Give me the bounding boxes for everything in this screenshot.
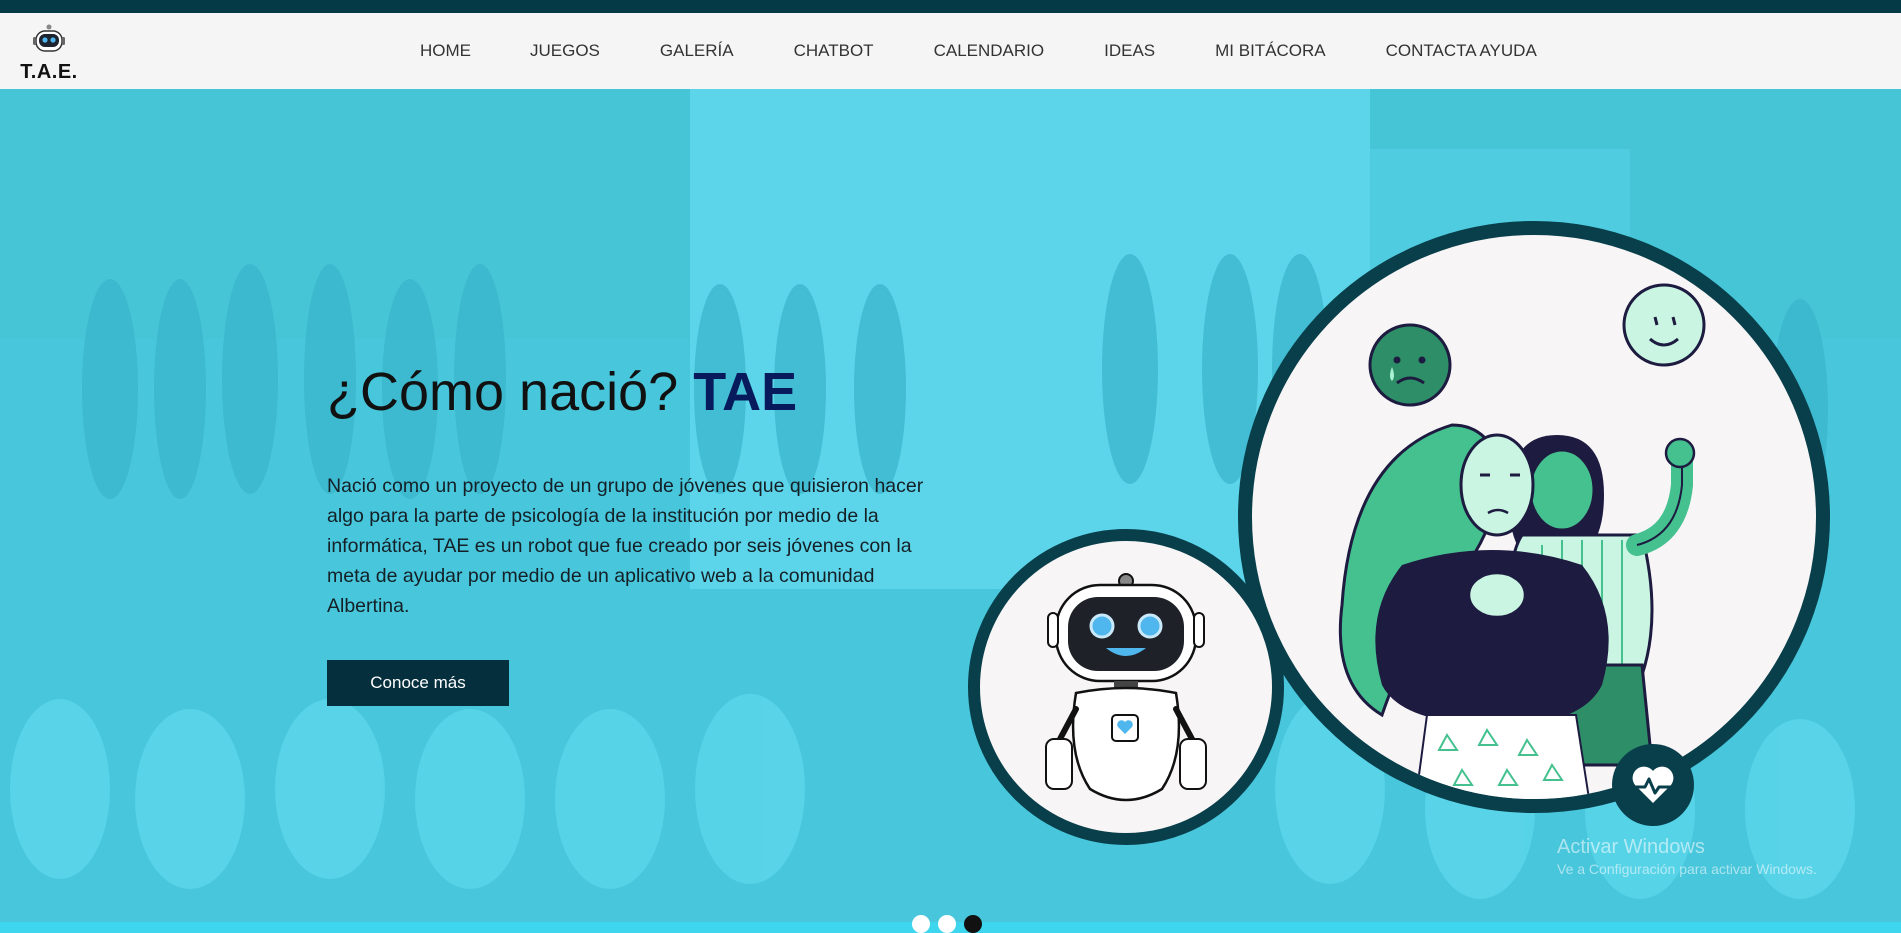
robot-head-icon — [33, 24, 65, 52]
conoce-mas-button[interactable]: Conoce más — [327, 660, 509, 706]
windows-activation-watermark: Activar Windows Ve a Configuración para … — [1557, 836, 1817, 880]
nav-item-home[interactable]: HOME — [420, 41, 471, 61]
carousel-dot-2[interactable] — [938, 915, 956, 933]
watermark-line2: Ve a Configuración para activar Windows. — [1557, 861, 1817, 877]
hero-title: ¿Cómo nació? TAE — [327, 361, 797, 423]
navbar: T.A.E. HOME JUEGOS GALERÍA CHATBOT CALEN… — [0, 13, 1901, 89]
logo[interactable]: T.A.E. — [18, 21, 80, 83]
mental-health-illustration — [1238, 221, 1830, 813]
carousel-dot-1[interactable] — [912, 915, 930, 933]
hero-title-brand: TAE — [693, 362, 798, 422]
robot-illustration — [968, 529, 1284, 845]
watermark-line1: Activar Windows — [1557, 836, 1705, 858]
heart-pulse-badge — [1612, 744, 1694, 826]
comforting-women-illustration — [1338, 283, 1706, 799]
nav-item-juegos[interactable]: JUEGOS — [530, 41, 600, 61]
carousel-indicators — [912, 915, 982, 933]
hero-section: ¿Cómo nació? TAE Nació como un proyecto … — [0, 89, 1901, 922]
nav-item-galeria[interactable]: GALERÍA — [660, 41, 734, 61]
sad-face-icon — [1368, 323, 1452, 407]
heart-pulse-icon — [1632, 766, 1674, 803]
main-nav: HOME JUEGOS GALERÍA CHATBOT CALENDARIO I… — [420, 13, 1537, 89]
hero-description: Nació como un proyecto de un grupo de jó… — [327, 475, 924, 617]
top-strip — [0, 0, 1901, 13]
carousel-dot-3[interactable] — [964, 915, 982, 933]
nav-item-mi-bitacora[interactable]: MI BITÁCORA — [1215, 41, 1326, 61]
happy-face-icon — [1622, 283, 1706, 367]
hero-title-prefix: ¿Cómo nació? — [327, 362, 679, 422]
logo-text: T.A.E. — [20, 61, 78, 83]
nav-item-calendario[interactable]: CALENDARIO — [934, 41, 1045, 61]
tae-robot-icon — [1045, 573, 1207, 802]
nav-item-ideas[interactable]: IDEAS — [1104, 41, 1155, 61]
nav-item-chatbot[interactable]: CHATBOT — [794, 41, 874, 61]
nav-item-contacta-ayuda[interactable]: CONTACTA AYUDA — [1386, 41, 1537, 61]
